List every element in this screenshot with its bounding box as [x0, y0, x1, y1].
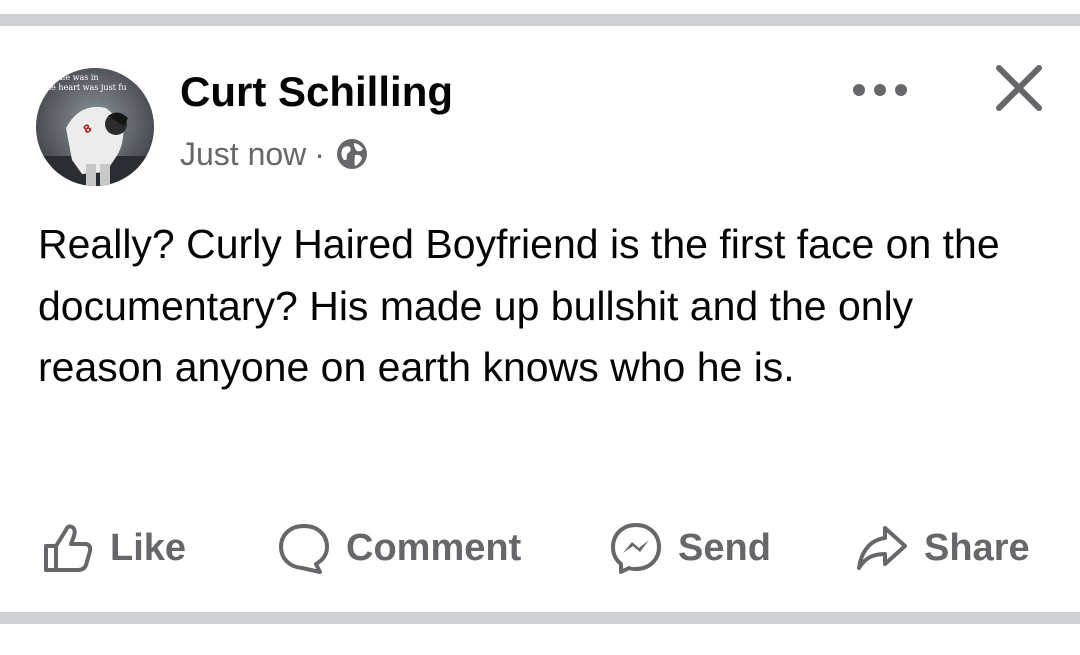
close-icon [996, 65, 1042, 111]
top-divider [0, 14, 1080, 26]
more-horizontal-icon [853, 84, 907, 96]
share-button[interactable]: Share [854, 516, 1030, 580]
avatar-image: 8 ale was in he heart was just fu [36, 68, 154, 186]
like-label: Like [110, 526, 187, 569]
share-label: Share [924, 526, 1030, 569]
send-button[interactable]: Send [608, 516, 771, 580]
send-label: Send [678, 526, 771, 569]
post-action-bar: Like Comment Send Share [0, 516, 1080, 580]
comment-button[interactable]: Comment [276, 516, 521, 580]
post-header: 8 ale was in he heart was just fu Curt S… [0, 60, 1080, 190]
avatar-caption-1: ale was in [58, 73, 99, 82]
globe-icon [335, 137, 369, 171]
thumbs-up-icon [44, 524, 93, 572]
like-button[interactable]: Like [40, 516, 186, 580]
post-body-text: Really? Curly Haired Boyfriend is the fi… [38, 221, 1000, 390]
messenger-icon [611, 523, 661, 574]
avatar[interactable]: 8 ale was in he heart was just fu [36, 68, 154, 186]
post-timestamp[interactable]: Just now [180, 134, 306, 174]
meta-separator: · [314, 136, 325, 172]
post-meta: Just now · [180, 134, 369, 174]
more-options-button[interactable] [845, 72, 915, 108]
author-name[interactable]: Curt Schilling [180, 68, 453, 116]
comment-label: Comment [346, 526, 522, 569]
share-arrow-icon [857, 526, 907, 570]
bottom-divider [0, 612, 1080, 624]
close-button[interactable] [987, 60, 1051, 116]
avatar-caption-2: he heart was just fu [46, 83, 127, 92]
comment-bubble-icon [279, 524, 329, 574]
